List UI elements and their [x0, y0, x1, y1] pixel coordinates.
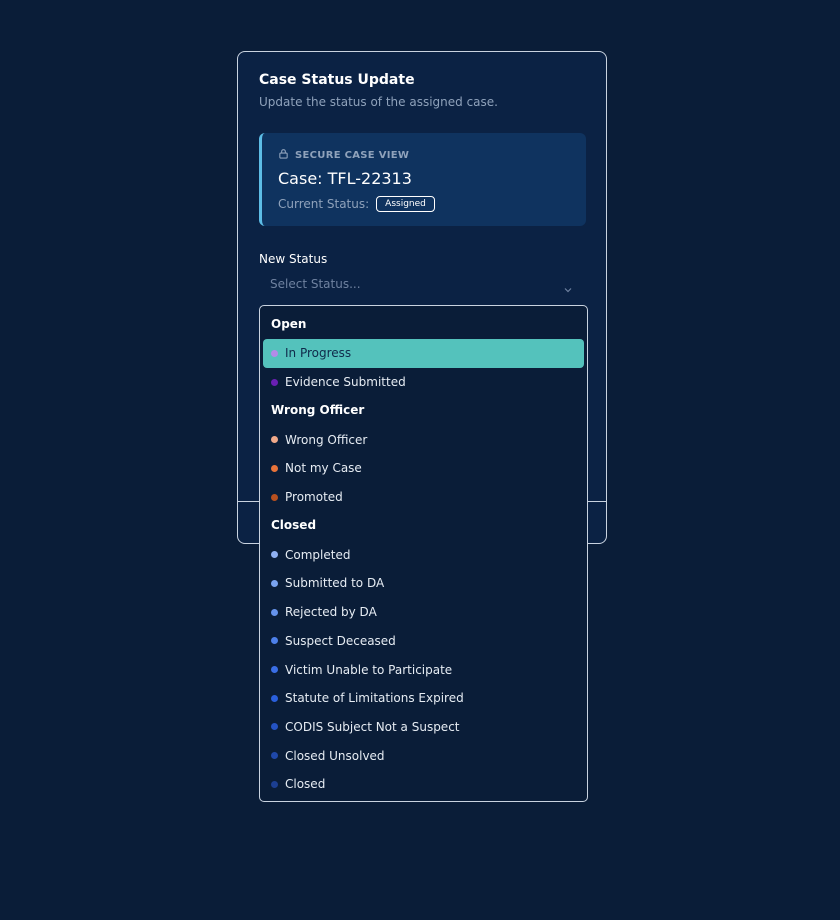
dropdown-group-header: Wrong Officer — [271, 403, 365, 418]
dropdown-option-label: In Progress — [285, 346, 352, 361]
dropdown-option-label: Submitted to DA — [285, 576, 385, 591]
status-color-dot — [271, 551, 278, 559]
dropdown-option-label: Evidence Submitted — [285, 375, 406, 390]
dropdown-option-label: Suspect Deceased — [285, 633, 396, 648]
dropdown-option[interactable]: Statute of Limitations Expired — [263, 684, 584, 713]
lock-icon — [278, 148, 289, 162]
dropdown-option[interactable]: Rejected by DA — [263, 598, 584, 627]
dropdown-option-label: Completed — [285, 547, 351, 562]
status-color-dot — [271, 666, 278, 674]
status-color-dot — [271, 579, 278, 587]
status-color-dot — [271, 723, 278, 731]
dropdown-option[interactable]: Closed Unsolved — [263, 741, 584, 770]
status-color-dot — [271, 464, 278, 472]
dropdown-option[interactable]: In Progress — [263, 339, 584, 368]
status-color-dot — [271, 349, 278, 357]
secure-case-view-label-row: SECURE CASE VIEW — [278, 148, 409, 162]
dropdown-option[interactable]: Not my Case — [263, 454, 584, 483]
dropdown-option[interactable]: Completed — [263, 540, 584, 569]
status-color-dot — [271, 694, 278, 702]
status-dropdown-list: Open In Progress Evidence Submitted Wrong O… — [259, 305, 588, 802]
secure-case-view-panel: SECURE CASE VIEW Case: TFL-22313 Current… — [259, 133, 586, 226]
secure-case-view-label: SECURE CASE VIEW — [295, 149, 410, 161]
dropdown-group-header: Closed — [271, 518, 317, 533]
dropdown-option-label: Closed Unsolved — [285, 748, 385, 763]
status-color-dot — [271, 752, 278, 760]
dropdown-option-label: Not my Case — [285, 461, 362, 476]
status-color-dot — [271, 493, 278, 501]
dropdown-option[interactable]: Closed — [263, 770, 584, 799]
current-status-label: Current Status: — [278, 197, 370, 211]
dropdown-option-label: Victim Unable to Participate — [285, 662, 453, 677]
dropdown-group-header: Open — [271, 317, 307, 331]
case-title: Case: TFL-22313 — [278, 169, 412, 188]
status-color-dot — [271, 780, 278, 788]
status-select[interactable]: Select Status... — [259, 275, 587, 297]
dropdown-option-label: Statute of Limitations Expired — [285, 691, 464, 706]
dropdown-option[interactable]: Submitted to DA — [263, 569, 584, 598]
chevron-down-icon — [563, 280, 573, 299]
dropdown-option-label: Wrong Officer — [285, 432, 368, 447]
dropdown-option[interactable]: Evidence Submitted — [263, 368, 584, 397]
card-title: Case Status Update — [259, 72, 415, 88]
status-color-dot — [271, 608, 278, 616]
dropdown-option[interactable]: Suspect Deceased — [263, 627, 584, 656]
dropdown-option-label: CODIS Subject Not a Suspect — [285, 719, 460, 734]
status-color-dot — [271, 436, 278, 444]
status-color-dot — [271, 378, 278, 386]
dropdown-option[interactable]: Victim Unable to Participate — [263, 655, 584, 684]
dropdown-option-label: Rejected by DA — [285, 605, 377, 620]
new-status-label: New Status — [259, 252, 328, 266]
status-badge: Assigned — [376, 196, 435, 212]
dropdown-option-label: Closed — [285, 777, 326, 792]
dropdown-option[interactable]: CODIS Subject Not a Suspect — [263, 713, 584, 742]
dropdown-option[interactable]: Wrong Officer — [263, 425, 584, 454]
status-select-placeholder: Select Status... — [270, 277, 361, 291]
current-status-row: Current Status: Assigned — [278, 196, 435, 212]
status-color-dot — [271, 637, 278, 645]
dropdown-option-label: Promoted — [285, 490, 343, 505]
dropdown-option[interactable]: Promoted — [263, 483, 584, 512]
card-subtitle: Update the status of the assigned case. — [259, 95, 498, 109]
